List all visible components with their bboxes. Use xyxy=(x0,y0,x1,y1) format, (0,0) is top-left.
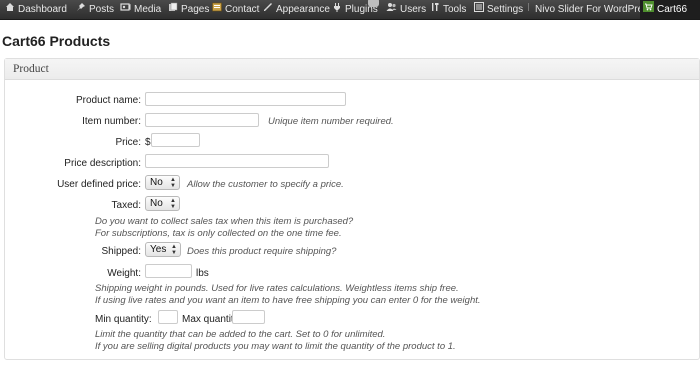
user-defined-price-value: No xyxy=(150,177,163,188)
plugins-update-badge xyxy=(368,0,379,7)
tools-icon xyxy=(430,0,440,19)
menu-tools[interactable]: Tools xyxy=(430,0,466,19)
weight-label: Weight: xyxy=(107,268,141,279)
item-number-note: Unique item number required. xyxy=(268,116,394,127)
max-quantity-input[interactable] xyxy=(232,310,265,324)
product-name-input[interactable] xyxy=(145,92,346,106)
shipped-label: Shipped: xyxy=(101,246,141,257)
shipped-value: Yes xyxy=(150,244,167,255)
taxed-note-line-1: Do you want to collect sales tax when th… xyxy=(95,216,354,227)
select-arrows-icon: ▲ ▼ xyxy=(171,244,177,256)
nivo-slider-icon xyxy=(528,0,532,19)
taxed-label: Taxed: xyxy=(111,200,141,211)
weight-input[interactable] xyxy=(145,264,192,278)
price-description-input[interactable] xyxy=(145,154,329,168)
price-input[interactable] xyxy=(151,133,200,147)
user-defined-price-note: Allow the customer to specify a price. xyxy=(187,179,344,190)
min-quantity-input[interactable] xyxy=(158,310,178,324)
min-quantity-label: Min quantity: xyxy=(95,314,152,325)
quantity-note-line-2: If you are selling digital products you … xyxy=(95,341,456,352)
menu-pages[interactable]: Pages xyxy=(168,0,209,19)
weight-note-line-2: If using live rates and you want an item… xyxy=(95,295,481,306)
admin-bar: Dashboard Posts Media Pages Contact Appe… xyxy=(0,0,700,20)
price-label: Price: xyxy=(115,137,141,148)
menu-posts-label: Posts xyxy=(89,4,115,16)
product-name-label: Product name: xyxy=(75,95,141,106)
menu-settings[interactable]: Settings xyxy=(474,0,523,19)
item-number-input[interactable] xyxy=(145,113,259,127)
menu-media-label: Media xyxy=(134,4,162,16)
menu-cart66[interactable]: Cart66 xyxy=(640,0,700,19)
taxed-value: No xyxy=(150,198,163,209)
dashboard-icon xyxy=(5,0,15,19)
menu-nivo-slider[interactable]: Nivo Slider For WordPress xyxy=(528,0,653,19)
settings-icon xyxy=(474,0,484,19)
cart66-icon xyxy=(643,0,654,19)
menu-users-label: Users xyxy=(400,4,427,16)
item-number-label: Item number: xyxy=(82,116,141,127)
shipped-note: Does this product require shipping? xyxy=(187,246,337,257)
menu-appearance-label: Appearance xyxy=(276,4,330,16)
taxed-note-line-2: For subscriptions, tax is only collected… xyxy=(95,228,342,239)
menu-media[interactable]: Media xyxy=(120,0,161,19)
select-arrows-icon: ▲ ▼ xyxy=(170,177,176,189)
user-defined-price-select[interactable]: No ▲ ▼ xyxy=(145,175,180,190)
weight-note-line-1: Shipping weight in pounds. Used for live… xyxy=(95,283,459,294)
contact-icon xyxy=(212,0,222,19)
menu-dashboard-label: Dashboard xyxy=(18,4,67,16)
menu-contact-label: Contact xyxy=(225,4,260,16)
menu-plugins[interactable]: Plugins xyxy=(332,0,379,19)
select-arrows-icon: ▲ ▼ xyxy=(170,198,176,210)
quantity-note-line-1: Limit the quantity that can be added to … xyxy=(95,329,386,340)
page-title: Cart66 Products xyxy=(2,33,111,49)
menu-settings-label: Settings xyxy=(487,4,524,16)
user-defined-price-label: User defined price: xyxy=(57,179,141,190)
menu-posts[interactable]: Posts xyxy=(76,0,114,19)
media-icon xyxy=(120,0,131,19)
product-panel-heading: Product xyxy=(5,59,699,80)
menu-contact[interactable]: Contact xyxy=(212,0,259,19)
menu-users[interactable]: Users xyxy=(386,0,426,19)
menu-dashboard[interactable]: Dashboard xyxy=(5,0,67,19)
shipped-select[interactable]: Yes ▲ ▼ xyxy=(145,242,181,257)
appearance-icon xyxy=(263,0,273,19)
menu-appearance[interactable]: Appearance xyxy=(263,0,330,19)
taxed-select[interactable]: No ▲ ▼ xyxy=(145,196,180,211)
users-icon xyxy=(386,0,397,19)
price-description-label: Price description: xyxy=(64,158,141,169)
menu-tools-label: Tools xyxy=(443,4,467,16)
menu-cart66-label: Cart66 xyxy=(657,4,688,16)
plugins-icon xyxy=(332,0,342,19)
pages-icon xyxy=(168,0,178,19)
pin-icon xyxy=(76,0,86,19)
menu-nivo-slider-label: Nivo Slider For WordPress xyxy=(535,4,654,16)
menu-pages-label: Pages xyxy=(181,4,210,16)
weight-unit: lbs xyxy=(196,268,209,279)
